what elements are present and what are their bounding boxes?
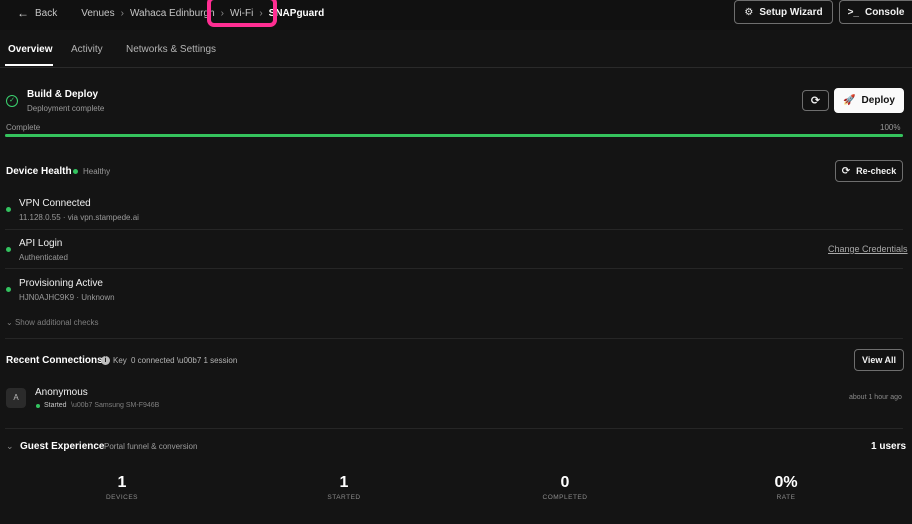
recheck-button[interactable]: ⟳ Re-check (835, 160, 903, 182)
check-provisioning-subtitle: HJN0AJHC9K9 · Unknown (19, 293, 115, 302)
guest-users-count: 1 users (871, 441, 907, 452)
view-all-button[interactable]: View All (854, 349, 904, 371)
progress-fill (5, 134, 903, 137)
check-api-title: API Login (19, 238, 63, 249)
chevron-down-icon: ⌄ (6, 318, 13, 327)
deploy-label: Deploy (861, 95, 895, 106)
check-circle-icon: ✓ (6, 95, 18, 107)
recent-connections-title: Recent Connections (6, 355, 103, 366)
tab-activity[interactable]: Activity (71, 44, 103, 55)
stat-completed-label: COMPLETED (542, 494, 588, 501)
check-api-subtitle: Authenticated (19, 253, 68, 262)
stat-devices-label: DEVICES (105, 494, 139, 501)
status-dot (6, 247, 11, 252)
setup-wizard-label: Setup Wizard (759, 6, 823, 18)
connections-summary: 0 connected \u00b7 1 session (131, 356, 238, 365)
breadcrumb-venues[interactable]: Venues (81, 8, 114, 19)
stat-rate-value: 0% (774, 474, 798, 491)
recheck-label: Re-check (856, 166, 897, 176)
tab-networks-settings[interactable]: Networks & Settings (126, 44, 216, 55)
show-additional-checks-label: Show additional checks (14, 318, 99, 327)
check-vpn-subtitle: 11.128.0.55 · via vpn.stampede.ai (19, 213, 139, 222)
check-vpn-title: VPN Connected (19, 198, 91, 209)
avatar: A (6, 388, 26, 408)
tab-overview[interactable]: Overview (8, 44, 52, 55)
deploy-button[interactable]: 🚀 Deploy (834, 88, 904, 113)
connection-time: about 1 hour ago (849, 394, 902, 401)
chevron-right-icon: › (120, 7, 124, 19)
stat-completed-value: 0 (560, 474, 570, 491)
health-status: Healthy (83, 167, 111, 176)
build-title: Build & Deploy (27, 89, 99, 100)
console-button[interactable]: >_ Console (839, 0, 912, 24)
guest-experience-title[interactable]: Guest Experience (20, 441, 104, 452)
chevron-down-icon[interactable]: ⌄ (6, 441, 14, 452)
chevron-right-icon: › (259, 7, 263, 19)
breadcrumb-venue[interactable]: Wahaca Edinburgh (130, 8, 215, 19)
refresh-build-button[interactable]: ⟳ (802, 90, 829, 111)
progress-value: 100% (880, 123, 901, 132)
back-link[interactable]: Back (35, 8, 57, 19)
key-label: Key (113, 356, 127, 365)
progress-bar (5, 134, 903, 137)
gear-icon: ⚙ (744, 6, 754, 18)
arrow-left-icon[interactable]: ← (17, 6, 29, 20)
stat-started-label: STARTED (327, 494, 361, 501)
top-bar: ← Back Venues › Wahaca Edinburgh › Wi-Fi… (0, 0, 912, 30)
stat-devices-value: 1 (117, 474, 127, 491)
status-dot (36, 404, 40, 408)
refresh-icon: ⟳ (841, 165, 851, 177)
stat-started-value: 1 (339, 474, 349, 491)
chevron-right-icon: › (220, 7, 224, 19)
connection-device: \u00b7 Samsung SM-F946B (71, 402, 160, 409)
status-dot (73, 169, 78, 174)
status-dot (6, 207, 11, 212)
breadcrumb-wifi[interactable]: Wi-Fi (230, 8, 253, 19)
setup-wizard-button[interactable]: ⚙ Setup Wizard (734, 0, 833, 24)
stat-rate-label: RATE (776, 494, 796, 501)
divider (5, 428, 903, 429)
rocket-icon: 🚀 (843, 95, 856, 106)
console-label: Console (864, 6, 905, 18)
divider (5, 229, 903, 230)
connection-name[interactable]: Anonymous (35, 387, 88, 398)
view-all-label: View All (861, 355, 896, 365)
show-additional-checks[interactable]: ⌄ Show additional checks (6, 318, 99, 327)
refresh-icon: ⟳ (810, 95, 821, 107)
divider (5, 268, 903, 269)
guest-experience-subtitle: Portal funnel & conversion (104, 442, 198, 451)
progress-label: Complete (6, 123, 41, 132)
breadcrumb-current: SNAPguard (268, 7, 325, 19)
device-health-title: Device Health (6, 166, 72, 177)
check-provisioning-title: Provisioning Active (19, 278, 103, 289)
divider (5, 338, 903, 339)
active-tab-indicator (5, 64, 53, 66)
info-icon[interactable]: i (101, 356, 110, 365)
connection-status: Started (44, 402, 67, 409)
tab-divider (0, 67, 912, 68)
change-credentials-link[interactable]: Change Credentials (828, 244, 908, 254)
tab-bar: Overview Activity Networks & Settings (0, 44, 912, 68)
terminal-icon: >_ (847, 6, 859, 18)
breadcrumb: ← Back Venues › Wahaca Edinburgh › Wi-Fi… (17, 6, 324, 20)
status-dot (6, 287, 11, 292)
build-subtitle: Deployment complete (27, 104, 105, 113)
